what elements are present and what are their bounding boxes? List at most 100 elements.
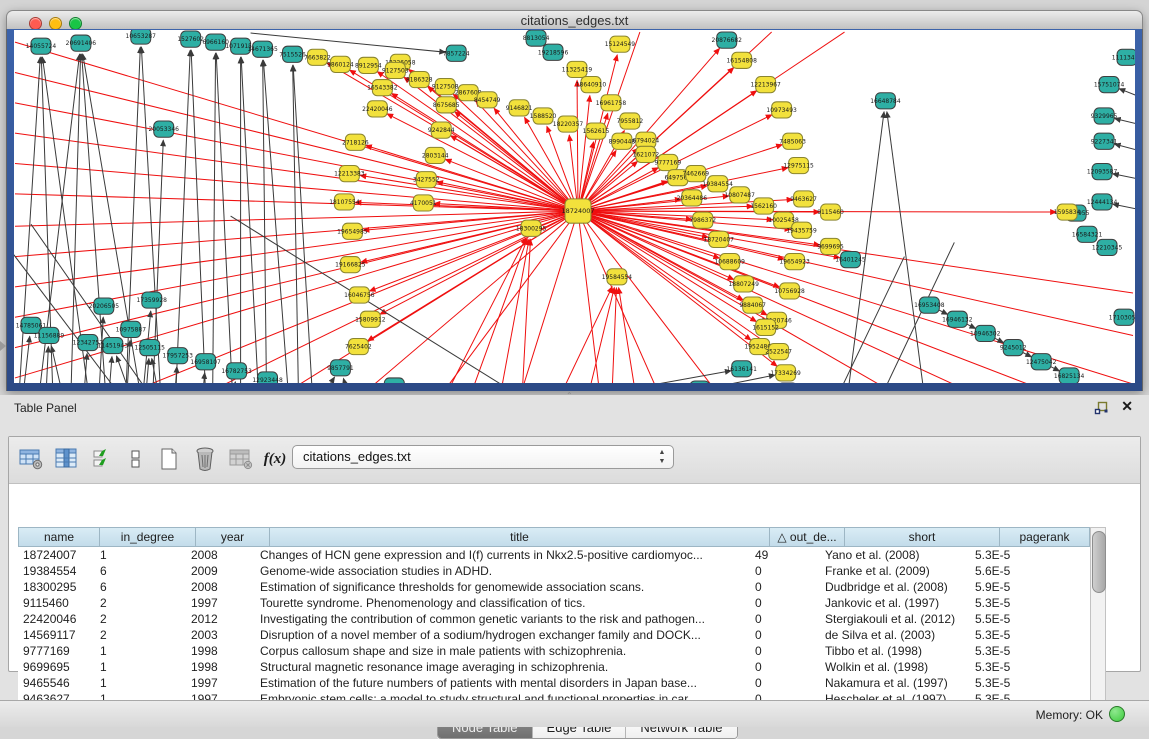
table-row[interactable]: 2242004622012Investigating the contribut…	[18, 611, 1090, 627]
graph-node[interactable]: 17103054	[1109, 309, 1135, 325]
table-row[interactable]: 911546021997Tourette syndrome. Phenomeno…	[18, 595, 1090, 611]
graph-node[interactable]: 7515526	[279, 46, 306, 62]
graph-node[interactable]: 7986372	[689, 212, 716, 228]
graph-node[interactable]: 1562615	[583, 123, 610, 139]
graph-node[interactable]: 9857791	[327, 360, 354, 376]
column-header-in_degree[interactable]: in_degree	[100, 527, 196, 547]
column-header-out_de[interactable]: △ out_de...	[770, 527, 845, 547]
graph-node[interactable]: 20053346	[149, 121, 180, 137]
graph-node[interactable]: 16136141	[726, 361, 757, 377]
graph-node[interactable]: 9699695	[817, 238, 844, 254]
graph-node[interactable]: 12210345	[1092, 239, 1123, 255]
graph-node[interactable]: 9146821	[506, 100, 533, 116]
graph-node[interactable]: 1527602	[177, 31, 204, 47]
panel-collapse-arrow-icon[interactable]	[0, 341, 6, 351]
table-row[interactable]: 946554611997Estimation of the future num…	[18, 675, 1090, 691]
graph-node[interactable]: 7955812	[617, 113, 644, 129]
graph-node[interactable]: 18724007	[562, 199, 595, 223]
table-vertical-scrollbar[interactable]	[1090, 527, 1106, 703]
graph-node[interactable]: 17957253	[162, 348, 193, 364]
graph-node[interactable]: 9463627	[790, 191, 817, 207]
table-settings-icon[interactable]	[17, 444, 45, 474]
graph-node[interactable]: 19654985	[337, 223, 368, 239]
table-row[interactable]: 1938455462009Genome-wide association stu…	[18, 563, 1090, 579]
graph-node[interactable]: 15124549	[605, 36, 636, 52]
graph-node[interactable]: 9186034	[381, 378, 408, 383]
graph-node[interactable]: 12444134	[1087, 194, 1118, 210]
graph-node[interactable]: 12093587	[1087, 164, 1118, 180]
graph-node[interactable]: 16961758	[596, 95, 627, 111]
graph-node[interactable]: 9884067	[739, 297, 766, 313]
graph-node[interactable]: 10688609	[715, 254, 746, 270]
graph-node[interactable]: 17359928	[137, 292, 168, 308]
row-height-icon[interactable]	[122, 444, 150, 474]
graph-node[interactable]: 19166825	[335, 257, 366, 273]
graph-node[interactable]: 7857224	[443, 45, 470, 61]
graph-node[interactable]: 12505115	[135, 340, 166, 356]
graph-node[interactable]: 10975887	[116, 321, 147, 337]
table-row[interactable]: 1456911722003Disruption of a novel membe…	[18, 627, 1090, 643]
graph-node[interactable]: 9329965	[1091, 108, 1118, 124]
graph-node[interactable]: 15751074	[1094, 77, 1125, 93]
graph-node[interactable]: 1615152	[752, 319, 779, 335]
graph-node[interactable]: 20876682	[712, 32, 743, 48]
column-header-short[interactable]: short	[845, 527, 1000, 547]
graph-node[interactable]: 16584321	[1072, 226, 1103, 242]
graph-node[interactable]: 20364486	[677, 190, 708, 206]
graph-node[interactable]: 18220357	[553, 116, 584, 132]
graph-node[interactable]: 19218596	[538, 44, 569, 60]
graph-node[interactable]: 3427552	[413, 172, 440, 188]
graph-node[interactable]: 2803144	[422, 147, 449, 163]
column-header-title[interactable]: title	[270, 527, 770, 547]
graph-node[interactable]: 9127503	[382, 62, 409, 78]
graph-node[interactable]: 19584554	[602, 269, 633, 285]
table-row[interactable]: 977716911998Corpus callosum shape and si…	[18, 643, 1090, 659]
graph-node[interactable]: 9242844	[428, 122, 455, 138]
graph-node[interactable]: 4170051	[410, 195, 437, 211]
graph-node[interactable]: 9115460	[817, 204, 844, 220]
graph-node[interactable]: 1588520	[530, 108, 557, 124]
graph-node[interactable]: 8454749	[474, 92, 501, 108]
network-canvas[interactable]: 1405572420691406106532871527602696616010…	[14, 30, 1135, 383]
scrollbar-thumb[interactable]	[1092, 531, 1106, 593]
graph-node[interactable]: 16401245	[835, 252, 866, 268]
graph-node[interactable]: 7663822	[304, 49, 331, 65]
graph-node[interactable]: 12213967	[750, 77, 781, 93]
graph-node[interactable]: 14055724	[26, 38, 57, 54]
column-header-year[interactable]: year	[196, 527, 270, 547]
graph-node[interactable]: 1595834	[1054, 204, 1081, 220]
graph-node[interactable]: 8813054	[523, 30, 550, 46]
graph-node[interactable]: 8990448	[609, 133, 636, 149]
graph-node[interactable]: 20691406	[66, 35, 97, 51]
memory-status-indicator[interactable]	[1109, 706, 1125, 722]
select-columns-icon[interactable]	[53, 444, 81, 474]
table-row[interactable]: 969969511998Structural magnetic resonanc…	[18, 659, 1090, 675]
delete-table-icon[interactable]	[191, 444, 219, 474]
graph-node[interactable]: 19654923	[779, 254, 810, 270]
table-select-dropdown[interactable]: citations_edges.txt ▲▼	[292, 445, 674, 469]
float-panel-icon[interactable]	[1094, 401, 1109, 415]
graph-node[interactable]: 7625402	[345, 338, 372, 354]
graph-node[interactable]: 16958107	[190, 354, 221, 370]
graph-node[interactable]: 12975115	[783, 157, 814, 173]
window-titlebar[interactable]: citations_edges.txt	[6, 10, 1143, 31]
graph-node[interactable]: 18107554	[329, 194, 360, 210]
graph-node[interactable]: 10653287	[126, 30, 157, 44]
graph-node[interactable]: 1562160	[750, 198, 777, 214]
graph-node[interactable]: 2718126	[342, 134, 369, 150]
table-row[interactable]: 1830029562008Estimation of significance …	[18, 579, 1090, 595]
graph-node[interactable]: 16648784	[870, 93, 901, 109]
graph-node[interactable]: 17334269	[770, 365, 801, 381]
graph-node[interactable]: 11113404	[1112, 49, 1135, 65]
column-header-name[interactable]: name	[18, 527, 100, 547]
table-row[interactable]: 1872400712008Changes of HCN gene express…	[18, 547, 1090, 563]
select-rows-icon[interactable]	[89, 444, 117, 474]
graph-node[interactable]: 12213383	[334, 166, 365, 182]
graph-node[interactable]: 8912954	[355, 57, 382, 73]
graph-node[interactable]: 7485063	[779, 133, 806, 149]
graph-node[interactable]: 8675685	[433, 97, 460, 113]
graph-node[interactable]: 10807487	[724, 187, 755, 203]
create-table-icon[interactable]	[155, 444, 183, 474]
column-header-pagerank[interactable]: pagerank	[1000, 527, 1090, 547]
graph-node[interactable]: 16543382	[367, 80, 398, 96]
